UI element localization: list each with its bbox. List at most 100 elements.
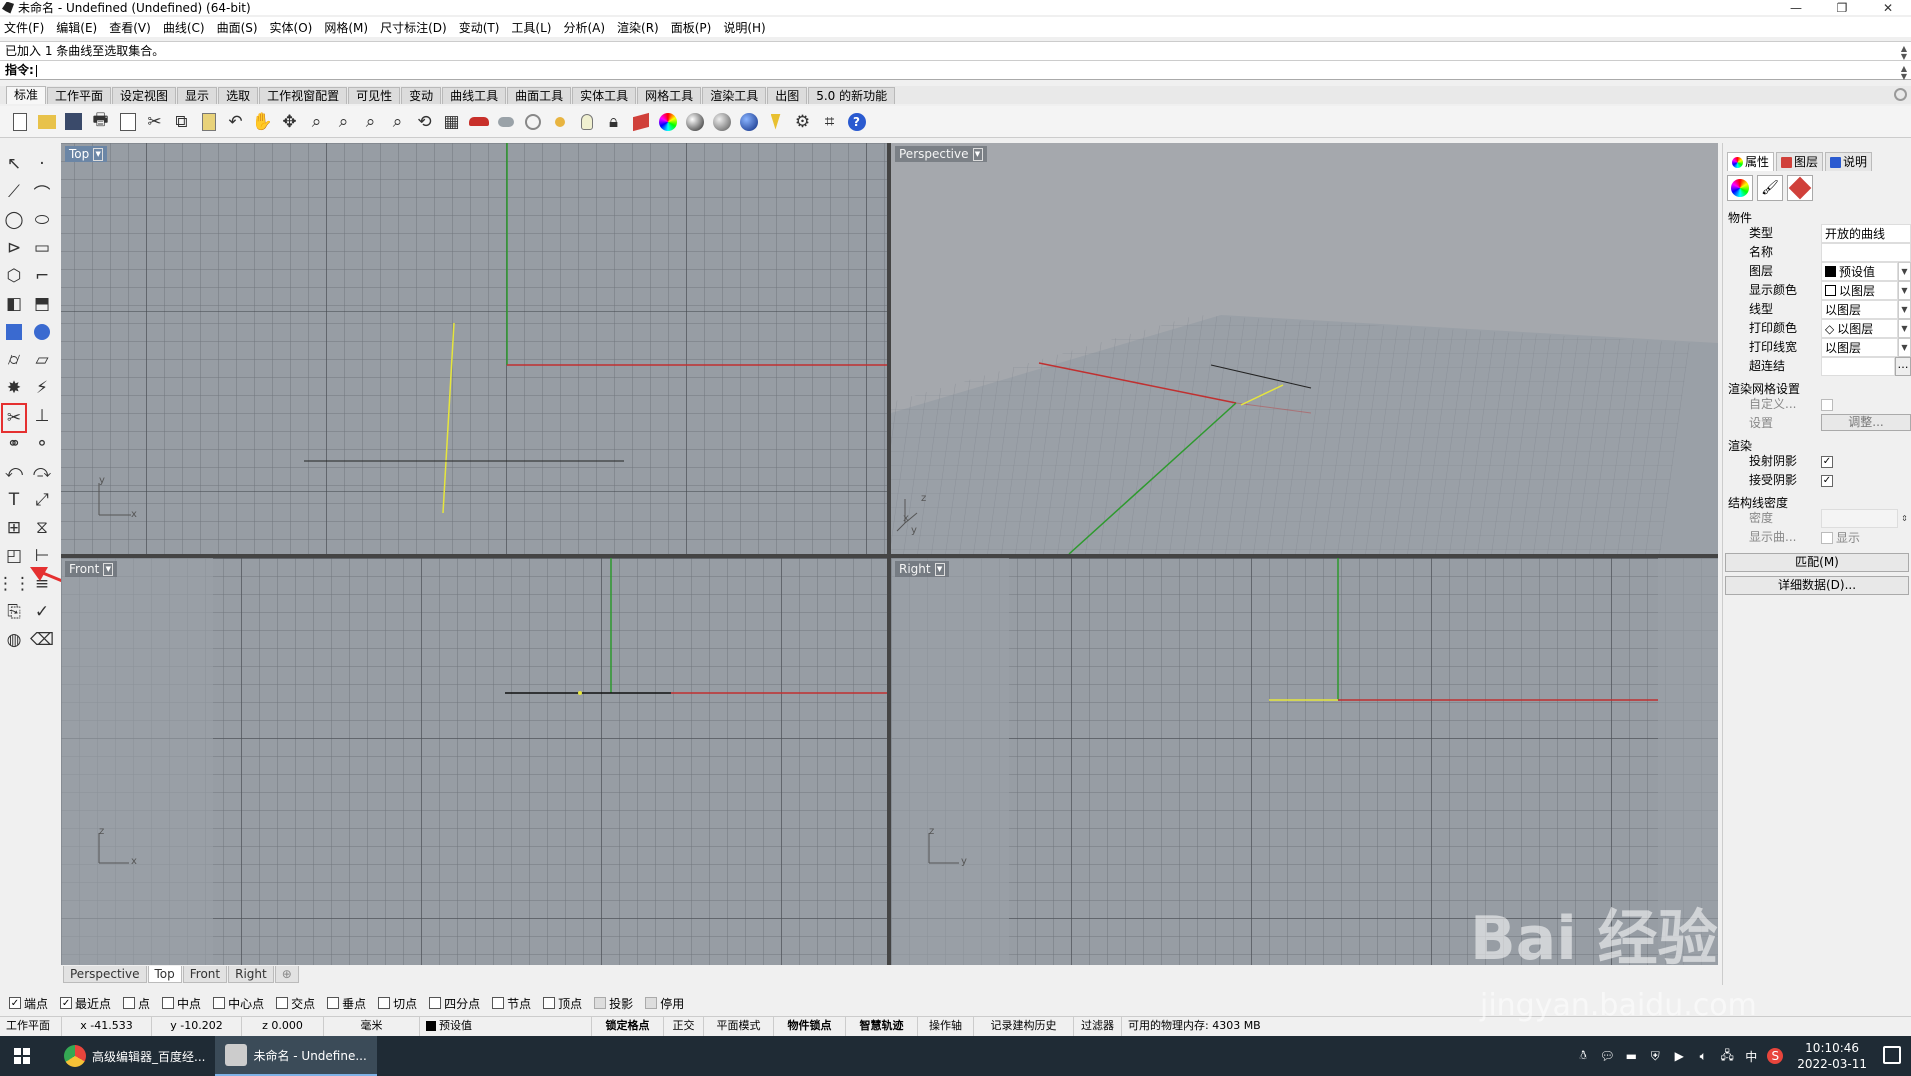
taskbar-app-rhino[interactable]: 未命名 - Undefine... (215, 1036, 377, 1076)
scroll-arrows-icon[interactable]: ▲ ▼ (1901, 45, 1907, 61)
surface-from-points-icon[interactable]: ◧ (1, 291, 27, 317)
layer-icon[interactable] (627, 109, 654, 135)
chevron-down-icon[interactable]: ▼ (1898, 262, 1911, 281)
folder-icon[interactable]: ▬ (1623, 1048, 1639, 1064)
render-sphere-icon[interactable] (735, 109, 762, 135)
snap-icon[interactable]: ⌗ (816, 109, 843, 135)
sogou-icon[interactable]: S (1767, 1048, 1784, 1064)
layer-select[interactable]: 预设值 (1821, 262, 1898, 281)
checkbox[interactable] (492, 997, 505, 1009)
checkbox[interactable] (162, 997, 175, 1009)
show-curves-checkbox[interactable] (1821, 531, 1833, 544)
tab-surface-tools[interactable]: 曲面工具 (507, 87, 572, 104)
menu-help[interactable]: 说明(H) (723, 19, 765, 36)
tab-solid-tools[interactable]: 实体工具 (572, 87, 637, 104)
viewport-label-right[interactable]: Right ▼ (895, 561, 949, 577)
unroll-icon[interactable]: ⎘ (1, 599, 27, 625)
wechat-icon[interactable]: 💬︎ (1599, 1048, 1615, 1064)
grid-snap-toggle[interactable]: 锁定格点 (592, 1016, 664, 1036)
chevron-down-icon[interactable]: ▼ (103, 562, 114, 576)
vtab-front[interactable]: Front (182, 966, 228, 983)
qq-icon[interactable]: 🐧︎ (1575, 1048, 1591, 1064)
tab-standard[interactable]: 标准 (6, 86, 47, 104)
move-icon[interactable]: ⊞ (1, 515, 27, 541)
layout-icon[interactable]: ◰ (1, 543, 27, 569)
viewport-front[interactable]: z x Front ▼ (61, 558, 887, 965)
extrude-icon[interactable]: ⬒ (29, 291, 55, 317)
copy-icon[interactable]: ⧉ (168, 109, 195, 135)
cast-shadow-checkbox[interactable]: ✓ (1821, 455, 1833, 468)
linetype-select[interactable]: 以图层 (1821, 300, 1898, 319)
tab-curve-tools[interactable]: 曲线工具 (442, 87, 507, 104)
ortho-toggle[interactable]: 正交 (664, 1016, 704, 1036)
ime-icon[interactable]: 中 (1743, 1048, 1759, 1064)
join-icon[interactable]: ⚭ (1, 431, 27, 457)
tab-new-in-v5[interactable]: 5.0 的新功能 (808, 87, 896, 104)
menu-analyze[interactable]: 分析(A) (563, 19, 605, 36)
osnap-disable[interactable]: 停用 (645, 995, 684, 1012)
vtab-top[interactable]: Top (147, 966, 182, 983)
rectangle-icon[interactable]: ▭ (29, 235, 55, 261)
command-line[interactable]: 指令: ▲ ▼ (0, 60, 1911, 81)
chevron-down-icon[interactable]: ▼ (934, 562, 945, 576)
array-icon[interactable]: ⋮⋮ (0, 571, 31, 597)
checkbox[interactable] (213, 997, 226, 1009)
osnap-center[interactable]: 中心点 (213, 995, 264, 1012)
checkbox[interactable] (429, 997, 442, 1009)
media-icon[interactable]: ▶ (1671, 1048, 1687, 1064)
split-icon[interactable]: ⚡ (29, 375, 55, 401)
scroll-arrows-icon[interactable]: ▲ ▼ (1901, 65, 1907, 81)
osnap-project[interactable]: 投影 (594, 995, 633, 1012)
osnap-perpendicular[interactable]: 垂点 (327, 995, 366, 1012)
hyperlink-input[interactable] (1821, 357, 1895, 376)
object-properties-icon[interactable] (1727, 175, 1753, 201)
paste-icon[interactable] (195, 109, 222, 135)
viewport-label-front[interactable]: Front ▼ (65, 561, 118, 577)
undo-view-icon[interactable]: ⟲ (411, 109, 438, 135)
gear-icon[interactable] (1894, 88, 1907, 101)
close-button[interactable]: ✕ (1865, 0, 1911, 15)
adjust-button[interactable]: 调整... (1821, 414, 1911, 431)
viewport-label-top[interactable]: Top ▼ (65, 146, 108, 162)
select-arrow-icon[interactable]: ↖ (1, 151, 27, 177)
print-color-select[interactable]: ◇ 以图层 (1821, 319, 1898, 338)
cut-icon[interactable]: ✂ (141, 109, 168, 135)
osnap-quadrant[interactable]: 四分点 (429, 995, 480, 1012)
box-icon[interactable] (1, 319, 27, 345)
osnap-tangent[interactable]: 切点 (378, 995, 417, 1012)
trim-tool-icon[interactable]: ✂ (1, 403, 27, 433)
taskbar-app-browser[interactable]: 高级编辑器_百度经... (54, 1036, 215, 1076)
checkbox[interactable] (645, 997, 658, 1009)
add-viewport-icon[interactable]: ⊕ (274, 966, 299, 983)
menu-render[interactable]: 渲染(R) (617, 19, 659, 36)
menu-transform[interactable]: 变动(T) (459, 19, 500, 36)
blend-curve-icon[interactable]: ⤼ (29, 459, 55, 485)
zoom-selected-icon[interactable]: ⌕ (384, 109, 411, 135)
tab-render-tools[interactable]: 渲染工具 (702, 87, 767, 104)
chevron-down-icon[interactable]: ▼ (1898, 300, 1911, 319)
status-cplane[interactable]: 工作平面 (0, 1016, 62, 1036)
tab-drafting[interactable]: 出图 (767, 87, 808, 104)
match-button[interactable]: 匹配(M) (1725, 553, 1909, 572)
osnap-point[interactable]: 点 (123, 995, 150, 1012)
viewport-perspective[interactable]: z x y Perspective ▼ (891, 143, 1718, 554)
menu-tools[interactable]: 工具(L) (511, 19, 551, 36)
polygon-icon[interactable]: ⬡ (1, 263, 27, 289)
text-icon[interactable]: T (1, 487, 27, 513)
menu-view[interactable]: 查看(V) (109, 19, 151, 36)
tab-layers[interactable]: 图层 (1776, 152, 1824, 171)
open-file-icon[interactable] (33, 109, 60, 135)
tab-visibility[interactable]: 可见性 (348, 87, 401, 104)
chevron-down-icon[interactable]: ▼ (93, 147, 104, 161)
analyze-icon[interactable]: ◍ (1, 627, 27, 653)
ellipse-icon[interactable]: ⬭ (29, 207, 55, 233)
checkbox[interactable]: ✓ (9, 997, 21, 1009)
maximize-button[interactable]: ❐ (1819, 0, 1865, 15)
checkbox[interactable] (543, 997, 556, 1009)
tab-cplanes[interactable]: 工作平面 (47, 87, 112, 104)
speaker-icon[interactable]: 🔈︎ (1695, 1048, 1711, 1064)
chevron-down-icon[interactable]: ▼ (1898, 338, 1911, 357)
menu-file[interactable]: 文件(F) (4, 19, 44, 36)
checkbox[interactable]: ✓ (60, 997, 73, 1009)
tab-mesh-tools[interactable]: 网格工具 (637, 87, 702, 104)
